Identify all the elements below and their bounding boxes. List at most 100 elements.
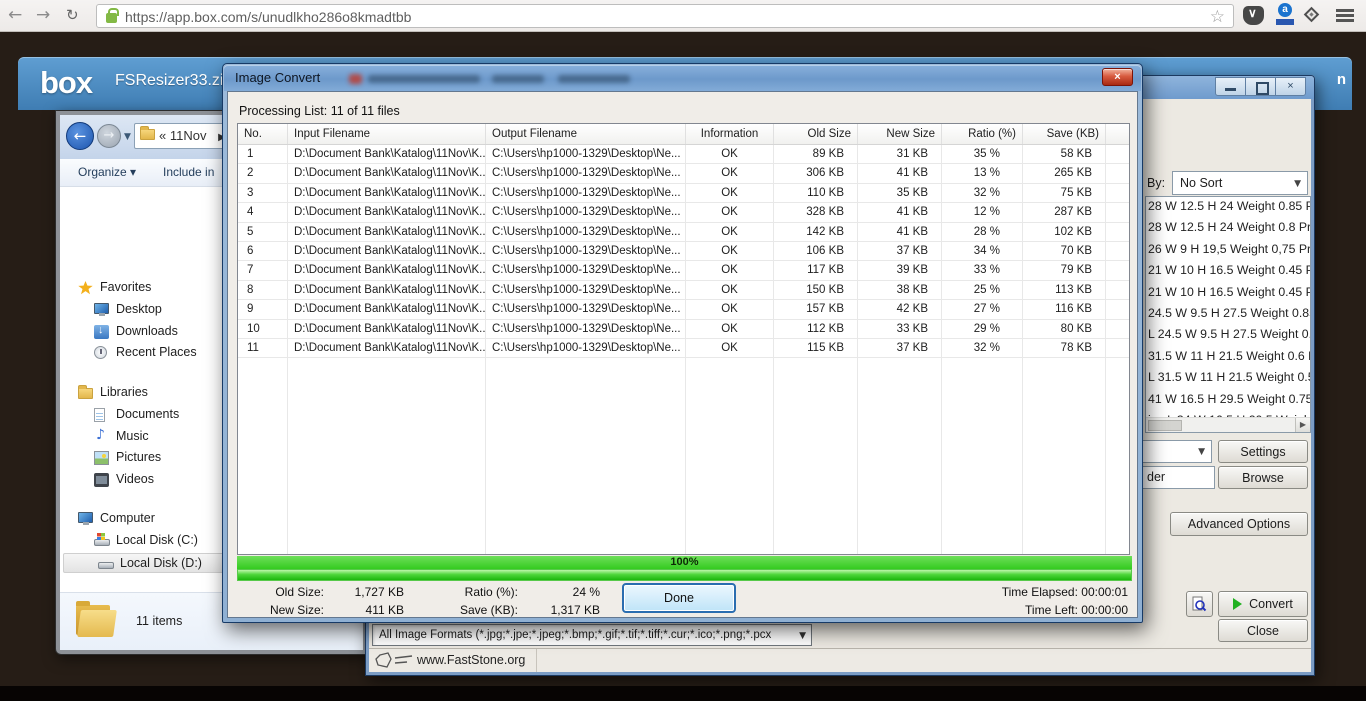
pocket-icon[interactable] bbox=[1243, 6, 1264, 25]
cell-output: C:\Users\hp1000-1329\Desktop\Ne... bbox=[486, 164, 686, 183]
column-header-save[interactable]: Save (KB) bbox=[1023, 124, 1106, 144]
organize-menu[interactable]: Organize ▾ bbox=[78, 165, 136, 179]
advanced-options-button[interactable]: Advanced Options bbox=[1170, 512, 1308, 536]
file-list-item[interactable]: 24.5 W 9.5 H 27.5 Weight 0.85 P bbox=[1146, 304, 1310, 325]
bookmark-star-icon[interactable]: ☆ bbox=[1210, 7, 1225, 27]
play-triangle-icon bbox=[1233, 598, 1242, 610]
table-row[interactable]: 2D:\Document Bank\Katalog\11Nov\K...C:\U… bbox=[238, 164, 1129, 183]
dialog-titlebar[interactable]: Image Convert × bbox=[224, 65, 1141, 91]
cell-old: 328 KB bbox=[774, 203, 858, 222]
column-header-no[interactable]: No. bbox=[238, 124, 288, 144]
cell-info: OK bbox=[686, 281, 774, 300]
faststone-window-controls: × bbox=[1216, 77, 1309, 96]
cell-old: 306 KB bbox=[774, 164, 858, 183]
cell-input: D:\Document Bank\Katalog\11Nov\K... bbox=[288, 164, 486, 183]
extension-a-icon[interactable]: a bbox=[1276, 3, 1294, 29]
column-header-ratio[interactable]: Ratio (%) bbox=[942, 124, 1023, 144]
column-header-output[interactable]: Output Filename bbox=[486, 124, 686, 144]
scroll-right-icon[interactable]: ▶ bbox=[1295, 418, 1310, 432]
url-text[interactable]: https://app.box.com/s/unudlkho286o8kmadt… bbox=[125, 9, 411, 25]
table-row[interactable]: 6D:\Document Bank\Katalog\11Nov\K...C:\U… bbox=[238, 242, 1129, 261]
file-list-item[interactable]: L 24.5 W 9.5 H 27.5 Weight 0.85 bbox=[1146, 325, 1310, 346]
table-row[interactable]: 3D:\Document Bank\Katalog\11Nov\K...C:\U… bbox=[238, 184, 1129, 203]
cell-new: 37 KB bbox=[858, 339, 942, 358]
dialog-close-icon[interactable]: × bbox=[1102, 68, 1133, 86]
table-row[interactable]: 8D:\Document Bank\Katalog\11Nov\K...C:\U… bbox=[238, 281, 1129, 300]
file-list-item[interactable]: L 31.5 W 11 H 21.5 Weight 0.55 P bbox=[1146, 368, 1310, 389]
libraries-icon bbox=[78, 388, 93, 399]
file-list-item[interactable]: 41 W 16.5 H 29.5 Weight 0.75 P bbox=[1146, 390, 1310, 411]
browser-forward-icon[interactable]: → bbox=[36, 5, 50, 25]
preview-button[interactable] bbox=[1186, 591, 1213, 617]
window-close-button[interactable]: × bbox=[1275, 77, 1306, 96]
settings-button[interactable]: Settings bbox=[1218, 440, 1308, 463]
column-header-input[interactable]: Input Filename bbox=[288, 124, 486, 144]
ratio-label: Ratio (%): bbox=[436, 585, 518, 599]
explorer-back-button[interactable]: ← bbox=[66, 122, 94, 150]
file-list-item[interactable]: 31.5 W 11 H 21.5 Weight 0.6 Pri bbox=[1146, 347, 1310, 368]
cell-output: C:\Users\hp1000-1329\Desktop\Ne... bbox=[486, 223, 686, 242]
progress-percent-label: 100% bbox=[237, 556, 1132, 569]
hscrollbar-thumb[interactable] bbox=[1148, 420, 1182, 431]
faststone-logo-icon bbox=[374, 651, 414, 671]
cell-old: 142 KB bbox=[774, 223, 858, 242]
sidebar-item-label: Local Disk (D:) bbox=[120, 556, 202, 570]
sort-dropdown[interactable]: No Sort ▼ bbox=[1172, 171, 1308, 195]
sidebar-item-label: Desktop bbox=[116, 302, 162, 316]
cell-new: 33 KB bbox=[858, 320, 942, 339]
file-list-item[interactable]: 21 W 10 H 16.5 Weight 0.45 Pri bbox=[1146, 261, 1310, 282]
cell-input: D:\Document Bank\Katalog\11Nov\K... bbox=[288, 261, 486, 280]
cell-info: OK bbox=[686, 320, 774, 339]
explorer-history-caret-icon[interactable]: ▼ bbox=[124, 132, 131, 142]
column-header-info[interactable]: Information bbox=[686, 124, 774, 144]
box-logo[interactable]: box bbox=[40, 65, 92, 101]
table-row[interactable]: 11D:\Document Bank\Katalog\11Nov\K...C:\… bbox=[238, 339, 1129, 358]
table-row[interactable]: 5D:\Document Bank\Katalog\11Nov\K...C:\U… bbox=[238, 223, 1129, 242]
sort-dropdown-value: No Sort bbox=[1180, 176, 1222, 190]
table-row[interactable]: 9D:\Document Bank\Katalog\11Nov\K...C:\U… bbox=[238, 300, 1129, 319]
cell-ratio: 25 % bbox=[942, 281, 1023, 300]
cell-no: 4 bbox=[238, 203, 288, 222]
disk-d-icon bbox=[98, 562, 114, 569]
cell-new: 41 KB bbox=[858, 203, 942, 222]
browse-button[interactable]: Browse bbox=[1218, 466, 1308, 489]
maximize-button[interactable] bbox=[1245, 77, 1276, 96]
explorer-forward-button[interactable]: → bbox=[97, 124, 121, 148]
cell-input: D:\Document Bank\Katalog\11Nov\K... bbox=[288, 203, 486, 222]
cell-input: D:\Document Bank\Katalog\11Nov\K... bbox=[288, 339, 486, 358]
browser-back-icon[interactable]: ← bbox=[8, 5, 22, 25]
save-value: 1,317 KB bbox=[524, 603, 600, 617]
table-row[interactable]: 1D:\Document Bank\Katalog\11Nov\K...C:\U… bbox=[238, 145, 1129, 164]
extension-diamond-icon[interactable] bbox=[1304, 7, 1320, 23]
file-list-hscrollbar[interactable]: ▶ bbox=[1146, 417, 1310, 432]
desktop-icon bbox=[94, 303, 109, 314]
faststone-url[interactable]: www.FastStone.org bbox=[417, 653, 525, 667]
browser-reload-icon[interactable]: ↻ bbox=[66, 6, 79, 24]
column-header-new[interactable]: New Size bbox=[858, 124, 942, 144]
menu-hamburger-icon[interactable] bbox=[1336, 9, 1354, 12]
minimize-button[interactable] bbox=[1215, 77, 1246, 96]
table-row[interactable]: 10D:\Document Bank\Katalog\11Nov\K...C:\… bbox=[238, 320, 1129, 339]
column-header-old[interactable]: Old Size bbox=[774, 124, 858, 144]
table-row[interactable]: 7D:\Document Bank\Katalog\11Nov\K...C:\U… bbox=[238, 261, 1129, 280]
faststone-close-button[interactable]: Close bbox=[1218, 619, 1308, 642]
cell-new: 37 KB bbox=[858, 242, 942, 261]
cell-output: C:\Users\hp1000-1329\Desktop\Ne... bbox=[486, 242, 686, 261]
file-list-item[interactable]: 28 W 12.5 H 24 Weight 0.85 Pric bbox=[1146, 197, 1310, 218]
cell-info: OK bbox=[686, 300, 774, 319]
convert-button[interactable]: Convert bbox=[1218, 591, 1308, 617]
table-header-row: No.Input FilenameOutput FilenameInformat… bbox=[238, 124, 1129, 145]
table-row[interactable]: 4D:\Document Bank\Katalog\11Nov\K...C:\U… bbox=[238, 203, 1129, 222]
blurred-title-text bbox=[368, 75, 480, 83]
cell-input: D:\Document Bank\Katalog\11Nov\K... bbox=[288, 223, 486, 242]
format-filter-dropdown[interactable]: All Image Formats (*.jpg;*.jpe;*.jpeg;*.… bbox=[372, 624, 812, 646]
sidebar-item-label: Favorites bbox=[100, 280, 151, 294]
address-bar[interactable]: https://app.box.com/s/unudlkho286o8kmadt… bbox=[96, 4, 1234, 28]
include-in-library-menu[interactable]: Include in bbox=[163, 165, 214, 179]
file-list-item[interactable]: 21 W 10 H 16.5 Weight 0.45 Pric bbox=[1146, 283, 1310, 304]
blurred-title-text bbox=[492, 75, 544, 83]
file-list-item[interactable]: 28 W 12.5 H 24 Weight 0.8 Price bbox=[1146, 218, 1310, 239]
done-button[interactable]: Done bbox=[622, 583, 736, 613]
sidebar-item-label: Computer bbox=[100, 511, 155, 525]
file-list-item[interactable]: 26 W 9 H 19,5 Weight 0,75 Price bbox=[1146, 240, 1310, 261]
